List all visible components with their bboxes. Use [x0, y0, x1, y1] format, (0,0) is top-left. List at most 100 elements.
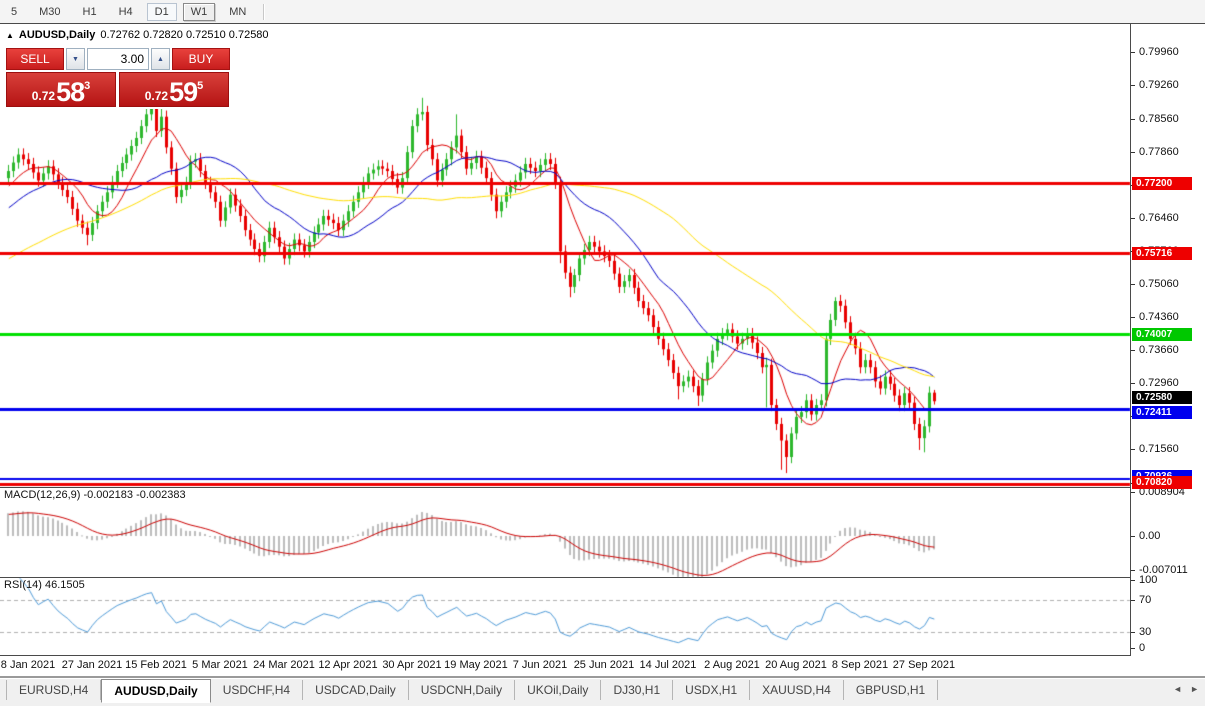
tab-scroll-left-icon[interactable]: ◄: [1173, 684, 1182, 694]
sell-price-pips: 58: [56, 77, 85, 107]
date-tick-label: 27 Sep 2021: [892, 659, 956, 671]
date-axis[interactable]: 8 Jan 2021 27 Jan 2021 15 Feb 2021 5 Mar 20…: [0, 656, 1205, 676]
tab-usdchf-h4[interactable]: USDCHF,H4: [211, 680, 304, 700]
rsi-axis-label: 0: [1131, 642, 1145, 654]
chart-title: ▲ AUDUSD,Daily 0.72762 0.72820 0.72510 0…: [6, 29, 269, 41]
tab-dj30-h1[interactable]: DJ30,H1: [601, 680, 674, 700]
price-badge: 0.74007: [1132, 327, 1192, 341]
tick-text: 0.71560: [1139, 443, 1179, 456]
tab-usdcnh-daily[interactable]: USDCNH,Daily: [409, 680, 516, 700]
volume-up-button[interactable]: ▲: [151, 48, 170, 70]
tab-scroll-nav: ◄ ►: [1173, 684, 1199, 694]
tick-text: 0.72960: [1139, 377, 1179, 390]
tick-text: 0.77860: [1139, 145, 1179, 158]
tick-dash: [1131, 317, 1135, 319]
sell-price-major: 0.72: [31, 89, 56, 103]
tick-text: 100: [1139, 574, 1158, 586]
tab-xauusd-h4[interactable]: XAUUSD,H4: [750, 680, 844, 700]
tick-dash: [1131, 284, 1135, 286]
chart-symbol-label: AUDUSD,Daily: [18, 29, 96, 41]
tick-text: 0.00: [1139, 530, 1161, 542]
chart-tab-bar: EURUSD,H4 AUDUSD,Daily USDCHF,H4 USDCAD,Dai…: [0, 679, 1205, 706]
volume-down-button[interactable]: ▼: [66, 48, 85, 70]
tick-dash: [1131, 449, 1135, 451]
rsi-indicator-label: RSI(14) 46.1505: [4, 579, 85, 591]
tick-text: 0.76460: [1139, 211, 1179, 224]
sell-price-point: 3: [84, 80, 91, 92]
volume-input[interactable]: [87, 48, 149, 70]
mt4-window: 5 M30 H1 H4 D1 W1 MN ▲ AUDUSD,Daily 0.72762 0.…: [0, 0, 1205, 706]
price-tick-label: 0.74360: [1131, 311, 1179, 323]
tab-usdx-h1[interactable]: USDX,H1: [673, 680, 751, 700]
tick-dash: [1131, 632, 1135, 633]
date-tick-label: 20 Aug 2021: [765, 659, 827, 671]
tab-eurusd-h4[interactable]: EURUSD,H4: [6, 680, 102, 700]
rsi-axis-label: 100: [1131, 574, 1157, 586]
tab-usdcad-daily[interactable]: USDCAD,Daily: [303, 680, 409, 700]
buy-price-point: 5: [197, 80, 204, 92]
macd-panel-splitter[interactable]: [0, 487, 1205, 488]
tick-dash: [1131, 536, 1135, 537]
rsi-panel-splitter[interactable]: [0, 577, 1205, 578]
tab-gbpusd-h1[interactable]: GBPUSD,H1: [844, 680, 939, 700]
buy-button[interactable]: BUY: [172, 48, 230, 70]
date-tick-label: 25 Jun 2021: [573, 659, 635, 671]
tick-dash: [1131, 151, 1135, 153]
tick-dash: [1131, 118, 1135, 120]
tick-dash: [1131, 350, 1135, 352]
timeframe-button-h4[interactable]: H4: [111, 3, 141, 21]
date-tick-label: 12 Apr 2021: [318, 659, 378, 671]
tick-dash: [1131, 492, 1135, 493]
buy-price-pips: 59: [169, 77, 198, 107]
price-tick-label: 0.73660: [1131, 344, 1179, 356]
tick-dash: [1131, 580, 1135, 581]
tick-text: 30: [1139, 626, 1152, 638]
price-badge: 0.75716: [1132, 247, 1192, 261]
tick-text: 0.75060: [1139, 278, 1179, 291]
price-badge: 0.70820: [1132, 476, 1192, 490]
tick-text: 0: [1139, 642, 1146, 654]
date-tick-label: 5 Mar 2021: [192, 659, 248, 671]
rsi-axis-label: 70: [1131, 594, 1151, 606]
timeframe-button-5[interactable]: 5: [3, 3, 25, 21]
price-tick-label: 0.79260: [1131, 79, 1179, 91]
date-tick-label: 15 Feb 2021: [125, 659, 187, 671]
tick-text: 0.79260: [1139, 79, 1179, 92]
tick-text: 0.74360: [1139, 311, 1179, 324]
timeframe-button-d1[interactable]: D1: [146, 2, 177, 21]
price-badge: 0.72580: [1132, 391, 1192, 405]
price-axis[interactable]: 0.799600.792600.785600.778600.771600.764…: [1131, 24, 1205, 656]
timeframe-button-mn[interactable]: MN: [221, 3, 254, 21]
price-tick-label: 0.72960: [1131, 377, 1179, 389]
tick-dash: [1131, 648, 1135, 649]
price-tick-label: 0.79960: [1131, 46, 1179, 58]
tick-dash: [1131, 600, 1135, 601]
price-tick-label: 0.78560: [1131, 113, 1179, 125]
tab-audusd-daily[interactable]: AUDUSD,Daily: [101, 679, 211, 703]
window-top-border: [0, 23, 1205, 24]
timeframe-button-h1[interactable]: H1: [75, 3, 105, 21]
macd-indicator-label: MACD(12,26,9) -0.002183 -0.002383: [4, 489, 186, 501]
date-tick-label: 19 May 2021: [444, 659, 508, 671]
tick-dash: [1131, 85, 1135, 87]
timeframe-toolbar: 5 M30 H1 H4 D1 W1 MN: [0, 0, 1205, 23]
price-tick-label: 0.75060: [1131, 278, 1179, 290]
tab-scroll-right-icon[interactable]: ►: [1190, 684, 1199, 694]
one-click-trading-panel: SELL ▼ ▲ BUY 0.72 58 3 0.72 59 5: [4, 46, 232, 109]
sell-button[interactable]: SELL: [6, 48, 64, 70]
tick-text: 70: [1139, 594, 1152, 606]
date-tick-label: 7 Jun 2021: [512, 659, 568, 671]
tick-dash: [1131, 217, 1135, 219]
date-tick-label: 2 Aug 2021: [704, 659, 760, 671]
collapse-panel-icon[interactable]: ▲: [6, 30, 14, 41]
timeframe-button-w1[interactable]: W1: [182, 2, 216, 21]
sell-price-display[interactable]: 0.72 58 3: [6, 72, 116, 107]
tab-ukoil-daily[interactable]: UKOil,Daily: [515, 680, 602, 700]
timeframe-button-m30[interactable]: M30: [31, 3, 68, 21]
price-badge: 0.77200: [1132, 176, 1192, 190]
buy-price-display[interactable]: 0.72 59 5: [119, 72, 229, 107]
date-tick-label: 8 Sep 2021: [831, 659, 889, 671]
price-tick-label: 0.76460: [1131, 212, 1179, 224]
price-badge: 0.72411: [1132, 406, 1192, 420]
chart-ohlc-values: 0.72762 0.72820 0.72510 0.72580: [100, 29, 269, 41]
